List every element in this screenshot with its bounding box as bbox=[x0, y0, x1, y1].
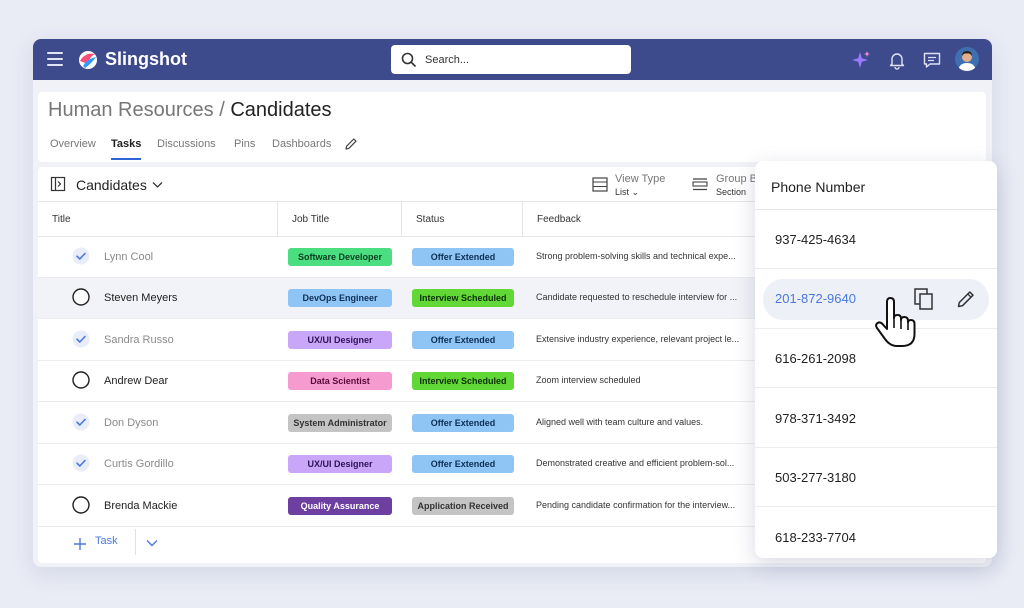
bell-icon[interactable] bbox=[887, 50, 907, 70]
column-header-title[interactable]: Title bbox=[52, 214, 71, 225]
complete-task-checkbox-icon[interactable] bbox=[72, 288, 90, 306]
view-type-label[interactable]: View Type bbox=[615, 173, 665, 185]
menu-icon[interactable] bbox=[47, 52, 63, 66]
job-title-tag[interactable]: Data Scientist bbox=[288, 372, 392, 390]
phone-number-item[interactable]: 618-233-7704 bbox=[755, 508, 997, 559]
completed-check-icon[interactable] bbox=[72, 330, 90, 348]
phone-number-popup: Phone Number 937-425-4634 201-872-9640 616… bbox=[755, 161, 997, 558]
chevron-down-icon[interactable] bbox=[152, 181, 163, 189]
tab-pins[interactable]: Pins bbox=[234, 138, 255, 150]
breadcrumb: Human Resources / Candidates bbox=[48, 99, 332, 122]
phone-number-item[interactable]: 978-371-3492 bbox=[755, 389, 997, 448]
page-header: Human Resources / Candidates Overview Ta… bbox=[38, 92, 986, 162]
column-divider[interactable] bbox=[522, 202, 523, 237]
popup-title: Phone Number bbox=[771, 179, 866, 195]
breadcrumb-separator: / bbox=[219, 99, 225, 121]
group-by-value[interactable]: Section bbox=[716, 187, 746, 197]
column-divider[interactable] bbox=[277, 202, 278, 237]
status-badge[interactable]: Interview Scheduled bbox=[412, 372, 514, 390]
hand-pointer-cursor-icon bbox=[875, 297, 916, 347]
edit-pencil-icon[interactable] bbox=[956, 289, 976, 309]
feedback-text[interactable]: Aligned well with team culture and value… bbox=[536, 417, 750, 427]
task-title[interactable]: Lynn Cool bbox=[104, 251, 153, 263]
status-badge[interactable]: Offer Extended bbox=[412, 414, 514, 432]
feedback-text[interactable]: Zoom interview scheduled bbox=[536, 375, 750, 385]
status-badge[interactable]: Offer Extended bbox=[412, 248, 514, 266]
phone-number-link[interactable]: 978-371-3492 bbox=[775, 411, 856, 426]
status-badge[interactable]: Offer Extended bbox=[412, 331, 514, 349]
job-title-tag[interactable]: DevOps Engineer bbox=[288, 289, 392, 307]
task-title[interactable]: Don Dyson bbox=[104, 417, 158, 429]
complete-task-checkbox-icon[interactable] bbox=[72, 371, 90, 389]
chevron-down-icon: ⌄ bbox=[631, 187, 640, 197]
breadcrumb-current: Candidates bbox=[230, 99, 332, 121]
brand-name: Slingshot bbox=[105, 49, 187, 69]
job-title-tag[interactable]: UX/UI Designer bbox=[288, 331, 392, 349]
add-divider bbox=[135, 529, 136, 555]
completed-check-icon[interactable] bbox=[72, 247, 90, 265]
list-title[interactable]: Candidates bbox=[76, 177, 147, 193]
tab-tasks[interactable]: Tasks bbox=[111, 138, 141, 150]
slingshot-logo-icon bbox=[79, 51, 97, 69]
group-by-icon[interactable] bbox=[692, 177, 708, 192]
status-badge[interactable]: Application Received bbox=[412, 497, 514, 515]
plus-icon[interactable] bbox=[73, 537, 87, 551]
phone-number-link[interactable]: 618-233-7704 bbox=[775, 530, 856, 545]
top-bar: Slingshot bbox=[33, 39, 992, 80]
column-header-job-title[interactable]: Job Title bbox=[292, 214, 329, 225]
view-type-icon[interactable] bbox=[592, 177, 608, 192]
feedback-text[interactable]: Candidate requested to reschedule interv… bbox=[536, 292, 750, 302]
task-title[interactable]: Sandra Russo bbox=[104, 334, 174, 346]
feedback-text[interactable]: Strong problem-solving skills and techni… bbox=[536, 251, 750, 261]
completed-check-icon[interactable] bbox=[72, 454, 90, 472]
phone-number-link[interactable]: 503-277-3180 bbox=[775, 470, 856, 485]
task-title[interactable]: Brenda Mackie bbox=[104, 500, 177, 512]
task-title[interactable]: Curtis Gordillo bbox=[104, 458, 174, 470]
job-title-tag[interactable]: System Administrator bbox=[288, 414, 392, 432]
tab-overview[interactable]: Overview bbox=[50, 138, 96, 150]
column-divider[interactable] bbox=[401, 202, 402, 237]
search-box[interactable] bbox=[391, 45, 631, 74]
edit-tabs-pencil-icon[interactable] bbox=[344, 137, 358, 151]
collapse-panel-icon[interactable] bbox=[50, 176, 66, 192]
column-header-feedback[interactable]: Feedback bbox=[537, 214, 581, 225]
search-icon bbox=[401, 52, 416, 67]
user-avatar[interactable] bbox=[955, 47, 979, 71]
task-title[interactable]: Steven Meyers bbox=[104, 292, 177, 304]
phone-number-link[interactable]: 616-261-2098 bbox=[775, 351, 856, 366]
task-title[interactable]: Andrew Dear bbox=[104, 375, 168, 387]
search-input[interactable] bbox=[425, 50, 620, 69]
job-title-tag[interactable]: Quality Assurance bbox=[288, 497, 392, 515]
complete-task-checkbox-icon[interactable] bbox=[72, 496, 90, 514]
add-task-button[interactable]: Task bbox=[95, 535, 118, 547]
group-by-label[interactable]: Group B bbox=[716, 173, 757, 185]
phone-number-item[interactable]: 937-425-4634 bbox=[755, 210, 997, 269]
status-badge[interactable]: Interview Scheduled bbox=[412, 289, 514, 307]
avatar-face-icon bbox=[955, 47, 979, 71]
feedback-text[interactable]: Pending candidate confirmation for the i… bbox=[536, 500, 750, 510]
feedback-text[interactable]: Extensive industry experience, relevant … bbox=[536, 334, 750, 344]
completed-check-icon[interactable] bbox=[72, 413, 90, 431]
sparkle-ai-icon[interactable] bbox=[851, 50, 871, 70]
tab-dashboards[interactable]: Dashboards bbox=[272, 138, 331, 150]
phone-number-item[interactable]: 503-277-3180 bbox=[755, 448, 997, 507]
view-type-value[interactable]: List ⌄ bbox=[615, 187, 639, 198]
status-badge[interactable]: Offer Extended bbox=[412, 455, 514, 473]
job-title-tag[interactable]: Software Developer bbox=[288, 248, 392, 266]
active-tab-indicator bbox=[111, 158, 141, 160]
tab-discussions[interactable]: Discussions bbox=[157, 138, 216, 150]
phone-number-link[interactable]: 201-872-9640 bbox=[775, 291, 856, 306]
chevron-down-icon[interactable] bbox=[146, 539, 158, 547]
chat-icon[interactable] bbox=[922, 50, 942, 70]
breadcrumb-parent[interactable]: Human Resources bbox=[48, 99, 214, 121]
feedback-text[interactable]: Demonstrated creative and efficient prob… bbox=[536, 458, 750, 468]
phone-number-link[interactable]: 937-425-4634 bbox=[775, 232, 856, 247]
job-title-tag[interactable]: UX/UI Designer bbox=[288, 455, 392, 473]
column-header-status[interactable]: Status bbox=[416, 214, 444, 225]
